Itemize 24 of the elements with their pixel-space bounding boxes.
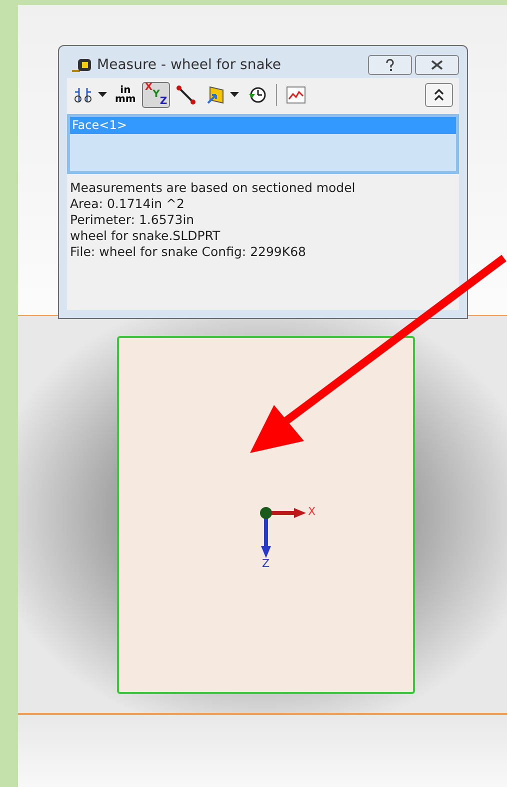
result-line: Perimeter: 1.6573in: [70, 212, 196, 228]
plane-icon: [205, 85, 226, 105]
collapse-button[interactable]: [425, 83, 453, 107]
dimension-icon: [73, 86, 93, 104]
units-button[interactable]: in mm: [112, 82, 139, 108]
result-line: Area: 0.1714in ^2: [70, 196, 186, 212]
line-icon: [176, 85, 196, 105]
help-button[interactable]: [368, 55, 412, 75]
chevrons-up-icon: [434, 89, 444, 101]
result-line: Measurements are based on sectioned model: [70, 180, 356, 196]
help-icon: [385, 59, 395, 71]
window-title: Measure - wheel for snake: [97, 56, 282, 74]
result-line: File: wheel for snake Config: 2299K68: [70, 244, 307, 260]
close-icon: [431, 60, 443, 70]
caret-icon[interactable]: [230, 92, 240, 98]
graph-icon: [286, 86, 306, 104]
z-axis-label: Z: [262, 558, 270, 569]
coordinate-button[interactable]: X Y Z: [142, 82, 170, 108]
tape-measure-icon: [71, 57, 93, 73]
result-line: wheel for snake.SLDPRT: [70, 228, 222, 244]
close-button[interactable]: [415, 55, 459, 75]
clock-icon: [247, 85, 268, 105]
caret-icon[interactable]: [98, 92, 107, 98]
x-axis-label: X: [308, 506, 316, 520]
